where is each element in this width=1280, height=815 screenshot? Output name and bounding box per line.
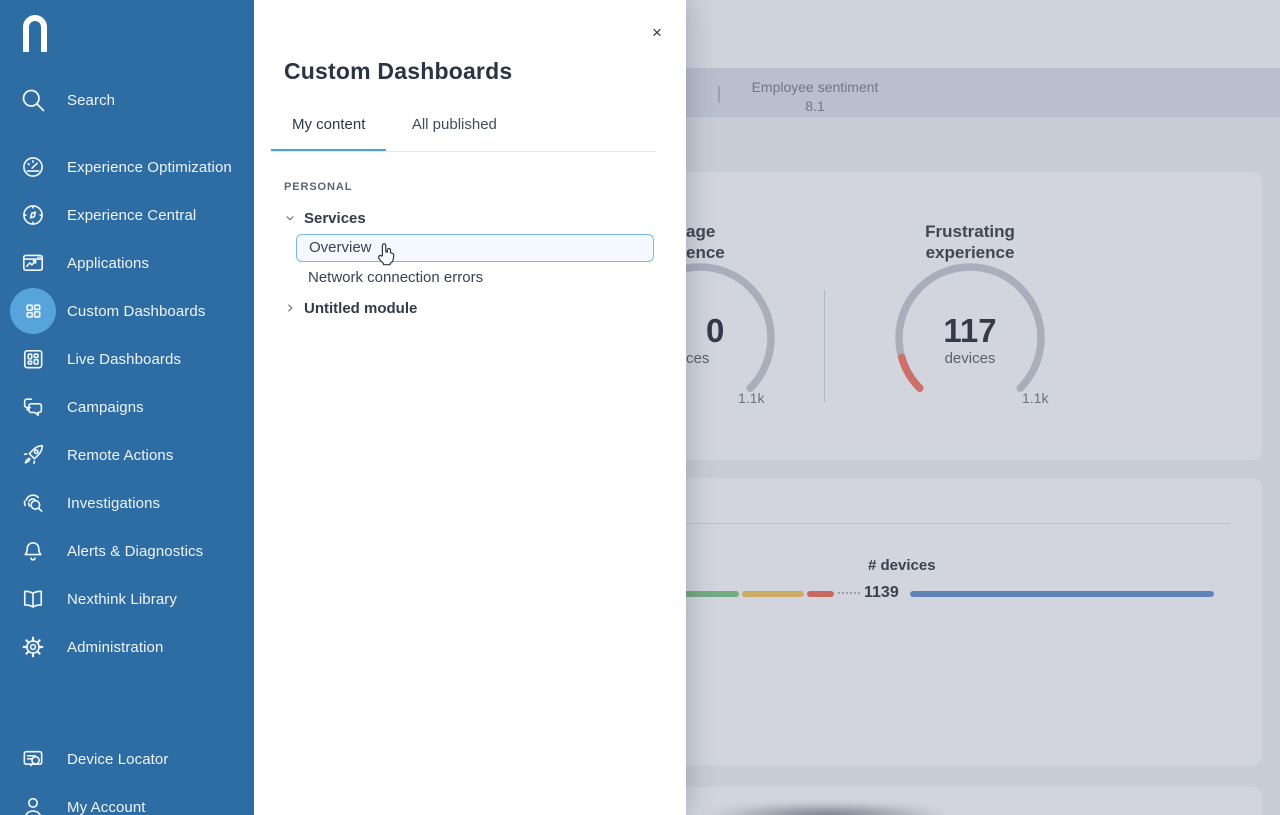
gauge-icon <box>20 154 46 180</box>
tab-my-content[interactable]: My content <box>271 114 386 152</box>
gauge-right-scale-max: 1.1k <box>1022 390 1048 406</box>
sidebar-item-search[interactable]: Search <box>0 77 254 123</box>
speech-bubbles-icon <box>20 394 46 420</box>
chevron-down-icon <box>284 212 296 224</box>
sidebar-item-label: Custom Dashboards <box>67 303 205 320</box>
sidebar-item-label: Live Dashboards <box>67 351 181 368</box>
rocket-icon <box>20 442 46 468</box>
segment-bar-dotted-leader <box>838 592 860 594</box>
tree-module-untitled[interactable]: Untitled module <box>284 296 417 320</box>
gauge-right-value: 117 <box>870 312 1070 350</box>
sidebar-item-nexthink-library[interactable]: Nexthink Library <box>0 576 254 622</box>
gauge-right-unit: devices <box>870 350 1070 367</box>
sidebar-item-experience-central[interactable]: Experience Central <box>0 192 254 238</box>
live-dashboards-icon <box>20 346 46 372</box>
gauge-left-title-line2: ence <box>686 242 725 263</box>
tree-item-label: Overview <box>309 235 372 261</box>
fingerprint-search-icon <box>20 490 46 516</box>
sidebar-item-label: Applications <box>67 255 149 272</box>
sidebar-item-label: Investigations <box>67 495 160 512</box>
gauge-left-unit: ces <box>686 350 709 367</box>
segment-bar-red <box>807 591 834 597</box>
sidebar-item-campaigns[interactable]: Campaigns <box>0 384 254 430</box>
segment-bar-yellow <box>742 591 804 597</box>
sidebar-item-applications[interactable]: Applications <box>0 240 254 286</box>
sidebar-item-alerts-diagnostics[interactable]: Alerts & Diagnostics <box>0 528 254 574</box>
employee-sentiment-value: 8.1 <box>695 98 935 114</box>
gauge-right-title-line1: Frustrating <box>870 221 1070 242</box>
sidebar-item-label: Device Locator <box>67 751 168 768</box>
gauge-left-title-line1: age <box>686 221 715 242</box>
gauge-section-divider <box>824 290 825 402</box>
sidebar-item-label: Administration <box>67 639 163 656</box>
tree-module-label: Services <box>304 210 366 227</box>
tree-module-label: Untitled module <box>304 300 417 317</box>
panel-title: Custom Dashboards <box>284 58 512 85</box>
sidebar-item-label: Remote Actions <box>67 447 173 464</box>
bottom-shadow <box>702 803 952 815</box>
gauge-left-value: 0 <box>706 312 724 350</box>
bell-icon <box>20 538 46 564</box>
sidebar-item-device-locator[interactable]: Device Locator <box>0 736 254 782</box>
nexthink-logo[interactable] <box>21 12 49 54</box>
chevron-right-icon <box>284 302 296 314</box>
sidebar-item-experience-optimization[interactable]: Experience Optimization <box>0 144 254 190</box>
open-book-icon <box>20 586 46 612</box>
app-window: Employee sentiment 8.1 age ence 0 ces 1.… <box>0 0 1280 815</box>
tabs-divider <box>271 151 656 152</box>
tree-item-network-connection-errors[interactable]: Network connection errors <box>308 266 483 290</box>
app-window-chart-icon <box>20 250 46 276</box>
devices-card-divider <box>654 523 1230 524</box>
sidebar-item-label: Experience Central <box>67 207 196 224</box>
gear-icon <box>20 634 46 660</box>
custom-dashboards-drawer: × Custom Dashboards My content All publi… <box>254 0 686 815</box>
device-search-icon <box>20 746 46 772</box>
section-label-personal: PERSONAL <box>284 181 352 193</box>
tab-all-published[interactable]: All published <box>391 114 518 152</box>
devices-bar <box>910 591 1214 597</box>
compass-icon <box>20 202 46 228</box>
sidebar-item-label: My Account <box>67 799 146 815</box>
sidebar-item-administration[interactable]: Administration <box>0 624 254 670</box>
sidebar-item-label: Alerts & Diagnostics <box>67 543 203 560</box>
gauge-left-scale-max: 1.1k <box>738 390 764 406</box>
close-icon[interactable]: × <box>646 22 668 44</box>
custom-dashboards-icon <box>20 298 46 324</box>
sidebar-item-live-dashboards[interactable]: Live Dashboards <box>0 336 254 382</box>
sidebar-item-label: Campaigns <box>67 399 144 416</box>
devices-card <box>634 478 1262 765</box>
sidebar-item-remote-actions[interactable]: Remote Actions <box>0 432 254 478</box>
pointer-hand-cursor <box>376 242 396 266</box>
employee-sentiment-label: Employee sentiment <box>695 79 935 95</box>
main-sidebar: Search Experience Optimization Experienc… <box>0 0 254 815</box>
sidebar-item-custom-dashboards[interactable]: Custom Dashboards <box>0 288 254 334</box>
devices-row-value: 1139 <box>864 584 899 602</box>
devices-column-header: # devices <box>868 557 936 574</box>
tree-item-overview[interactable]: Overview <box>296 234 654 262</box>
person-icon <box>20 794 46 815</box>
gauge-right-title-line2: experience <box>870 242 1070 263</box>
sidebar-item-label: Nexthink Library <box>67 591 177 608</box>
sidebar-item-my-account[interactable]: My Account <box>0 784 254 815</box>
sidebar-item-investigations[interactable]: Investigations <box>0 480 254 526</box>
search-icon <box>19 86 47 114</box>
tree-module-services[interactable]: Services <box>284 206 366 230</box>
sidebar-item-label: Experience Optimization <box>67 159 232 176</box>
sidebar-item-label: Search <box>67 92 115 109</box>
panel-tabs: My content All published <box>271 114 518 152</box>
